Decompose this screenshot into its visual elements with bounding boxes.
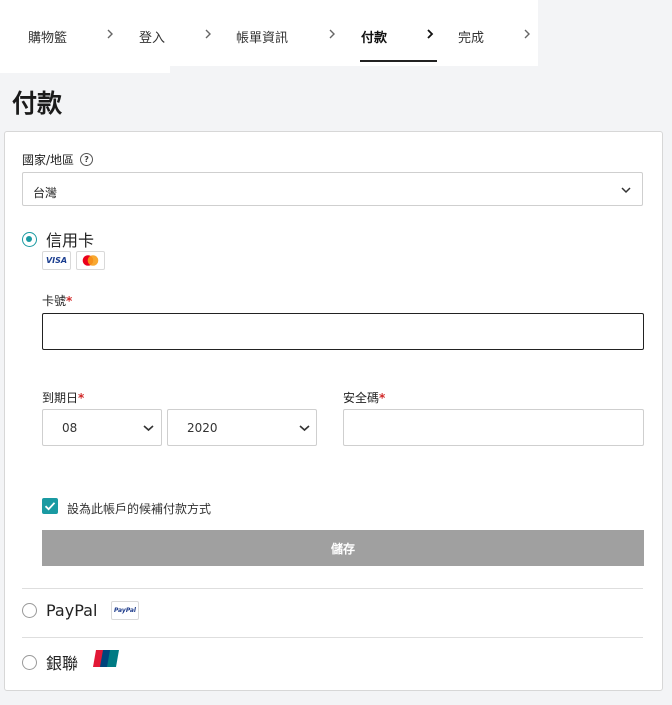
chevron-right-icon — [326, 28, 338, 40]
payment-option-credit-card[interactable]: 信用卡 — [22, 227, 94, 251]
credit-card-label: 信用卡 — [46, 231, 95, 250]
country-label-text: 國家/地區 — [22, 153, 75, 167]
page-title: 付款 — [12, 89, 63, 118]
chevron-right-icon — [104, 28, 116, 40]
chevron-down-icon — [621, 187, 631, 194]
stepper-extension — [0, 66, 170, 73]
save-button[interactable]: 儲存 — [42, 530, 644, 566]
unionpay-label: 銀聯 — [46, 654, 79, 673]
expiry-month-select[interactable]: 08 — [42, 409, 162, 446]
required-mark: * — [66, 294, 73, 308]
chevron-right-icon — [202, 28, 214, 40]
card-number-label: 卡號* — [42, 292, 72, 309]
expiry-label-text: 到期日 — [42, 391, 79, 405]
checkmark-icon — [44, 502, 56, 511]
paypal-label: PayPal — [46, 601, 98, 620]
checkout-stepper: 購物籃 登入 帳單資訊 付款 完成 — [0, 0, 538, 66]
expiry-year-value: 2020 — [187, 421, 218, 435]
step-login[interactable]: 登入 — [139, 27, 165, 46]
country-select-value: 台灣 — [33, 186, 58, 200]
divider — [22, 637, 643, 638]
country-select[interactable]: 台灣 — [22, 172, 643, 206]
paypal-radio[interactable] — [22, 603, 37, 618]
cvv-label: 安全碼* — [343, 389, 385, 406]
mastercard-icon — [76, 251, 105, 270]
cvv-label-text: 安全碼 — [343, 391, 380, 405]
paypal-icon: PayPal — [111, 601, 139, 620]
active-step-indicator — [360, 60, 437, 62]
default-payment-label: 設為此帳戶的候補付款方式 — [67, 502, 212, 516]
country-label: 國家/地區 ? — [22, 151, 94, 168]
card-number-input[interactable] — [42, 313, 644, 350]
step-basket[interactable]: 購物籃 — [28, 27, 67, 46]
chevron-down-icon — [143, 425, 154, 432]
required-mark: * — [379, 391, 386, 405]
credit-card-radio[interactable] — [22, 231, 37, 247]
payment-option-paypal[interactable]: PayPal — [22, 601, 97, 620]
card-number-label-text: 卡號 — [42, 294, 67, 308]
step-billing[interactable]: 帳單資訊 — [236, 27, 288, 46]
cvv-input[interactable] — [343, 409, 644, 446]
step-complete[interactable]: 完成 — [458, 27, 484, 46]
expiry-label: 到期日* — [42, 389, 84, 406]
step-payment[interactable]: 付款 — [361, 27, 387, 46]
chevron-down-icon — [299, 425, 310, 432]
payment-card: 國家/地區 ? 台灣 信用卡 VISA 卡號* 到期日* 08 2020 安全碼… — [4, 131, 663, 691]
required-mark: * — [78, 391, 85, 405]
chevron-right-icon — [424, 28, 436, 40]
chevron-right-icon — [521, 28, 533, 40]
visa-icon: VISA — [42, 251, 71, 270]
expiry-year-select[interactable]: 2020 — [167, 409, 317, 446]
unionpay-radio[interactable] — [22, 654, 37, 670]
unionpay-icon — [93, 650, 119, 667]
expiry-month-value: 08 — [62, 421, 78, 435]
divider — [22, 588, 643, 589]
help-icon[interactable]: ? — [80, 153, 94, 166]
payment-option-unionpay[interactable]: 銀聯 — [22, 650, 78, 674]
default-payment-checkbox[interactable] — [42, 498, 58, 514]
